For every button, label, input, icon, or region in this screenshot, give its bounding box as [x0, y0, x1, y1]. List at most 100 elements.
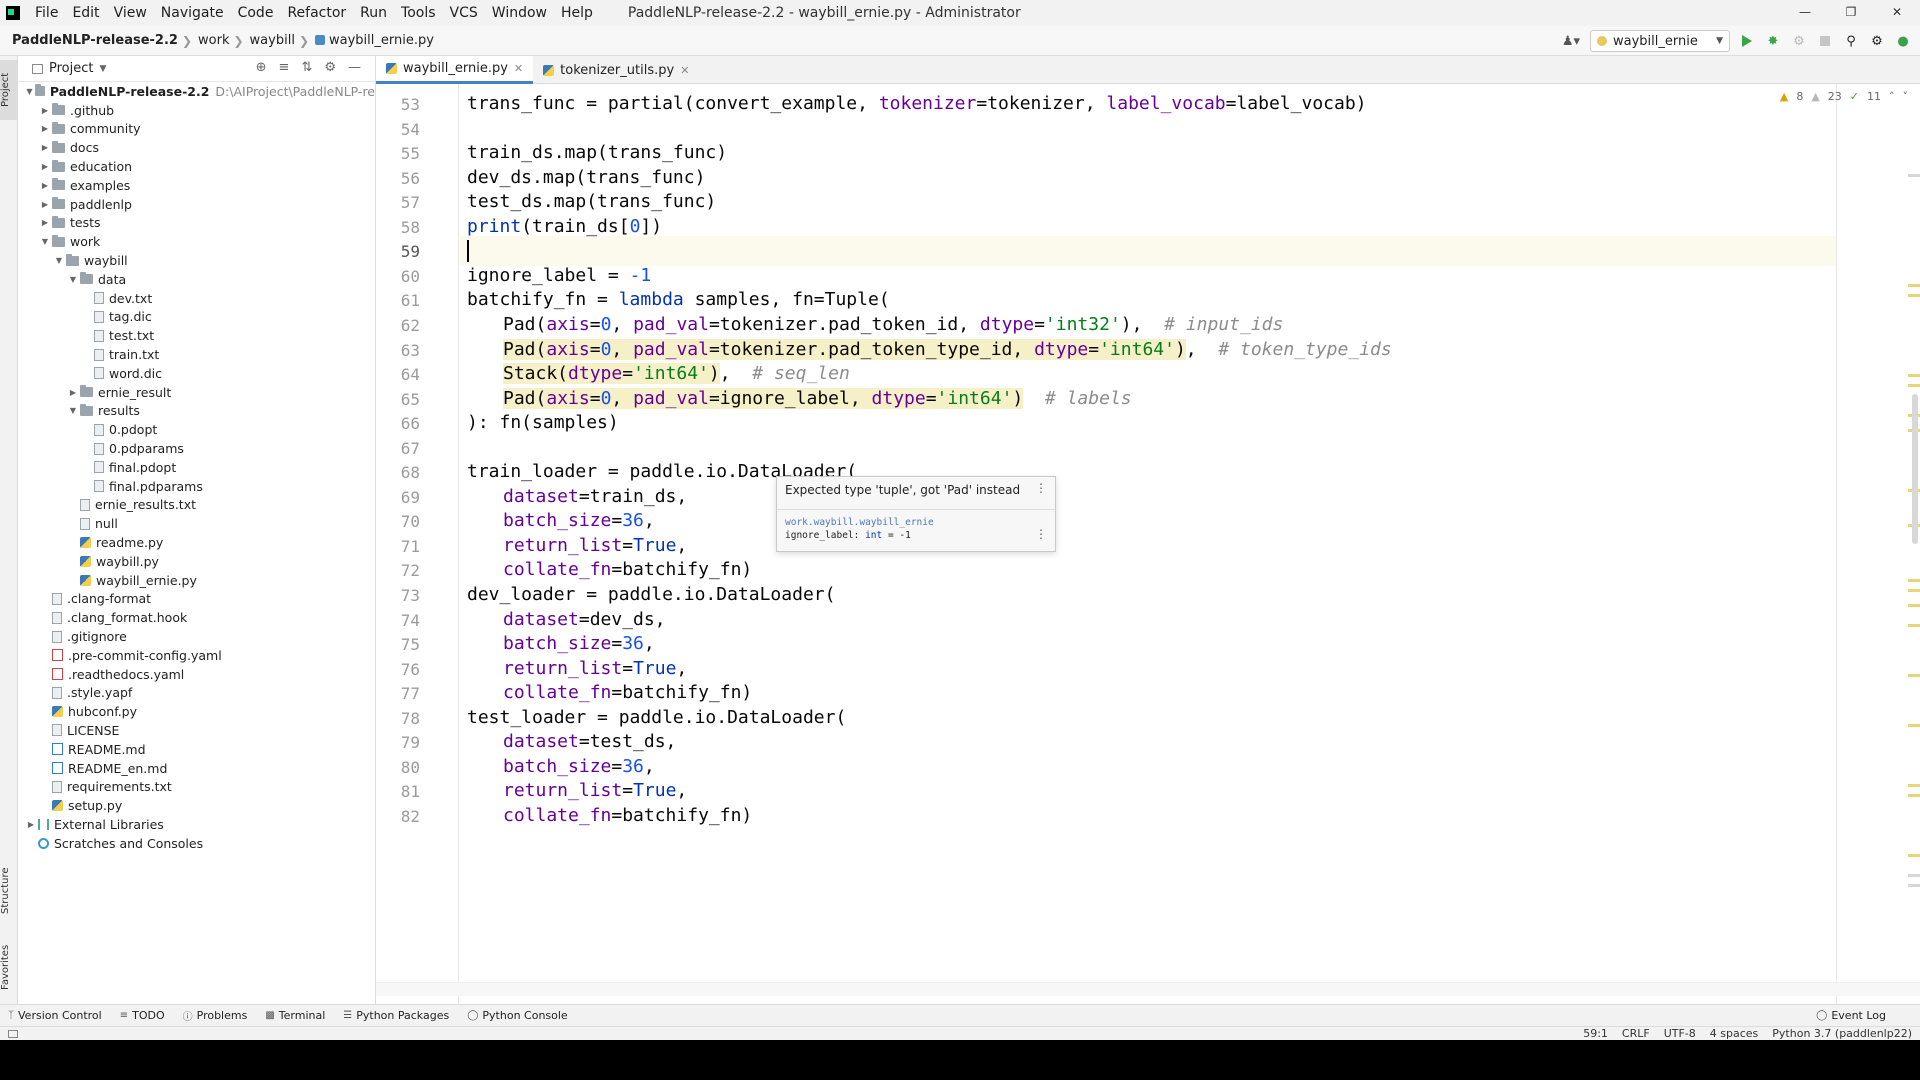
- status-encoding[interactable]: UTF-8: [1664, 1027, 1696, 1040]
- tool-todo[interactable]: ≡ TODO: [112, 1009, 175, 1022]
- tool-terminal[interactable]: ▩ Terminal: [257, 1009, 335, 1022]
- status-caret-position[interactable]: 59:1: [1583, 1027, 1608, 1040]
- menu-code[interactable]: Code: [231, 0, 281, 26]
- tool-python-packages[interactable]: ☰ Python Packages: [335, 1009, 459, 1022]
- inspection-marker[interactable]: [1908, 174, 1920, 177]
- code-editor[interactable]: trans_func = partial(convert_example, to…: [467, 84, 1827, 1004]
- tree-item[interactable]: 0.pdparams: [18, 439, 375, 458]
- inspection-marker[interactable]: [1908, 579, 1920, 582]
- more-icon[interactable]: ⋮: [1035, 527, 1047, 541]
- code-line[interactable]: ): fn(samples): [467, 408, 619, 438]
- user-icon[interactable]: ♟▾: [1560, 34, 1582, 49]
- code-line[interactable]: print(train_ds[0]): [467, 212, 662, 242]
- debug-button[interactable]: ✸: [1764, 32, 1782, 50]
- inspection-marker[interactable]: [1908, 294, 1920, 297]
- breadcrumb-work[interactable]: work: [192, 33, 233, 48]
- tree-item[interactable]: 0.pdopt: [18, 420, 375, 439]
- tree-item[interactable]: ▶ .github: [18, 101, 375, 120]
- locate-file-icon[interactable]: ⊕: [256, 60, 267, 75]
- tree-item[interactable]: ▶ External Libraries: [18, 815, 375, 834]
- inspection-marker[interactable]: [1908, 674, 1920, 677]
- tree-item[interactable]: ▼ work: [18, 232, 375, 251]
- tree-item[interactable]: ▶ community: [18, 120, 375, 139]
- tree-item[interactable]: final.pdparams: [18, 477, 375, 496]
- close-icon[interactable]: ✕: [1874, 0, 1920, 26]
- vertical-scrollbar-thumb[interactable]: [1912, 394, 1918, 544]
- code-line[interactable]: collate_fn=batchify_fn): [503, 801, 752, 831]
- menu-run[interactable]: Run: [353, 0, 394, 26]
- tree-item[interactable]: ▼ results: [18, 402, 375, 421]
- breadcrumb-project[interactable]: PaddleNLP-release-2.2: [0, 33, 182, 48]
- inspection-marker[interactable]: [1908, 384, 1920, 387]
- menu-edit[interactable]: Edit: [65, 0, 106, 26]
- tree-item[interactable]: setup.py: [18, 796, 375, 815]
- tree-item[interactable]: ▶ tests: [18, 214, 375, 233]
- tree-item[interactable]: ▼ data: [18, 270, 375, 289]
- tree-item[interactable]: .gitignore: [18, 627, 375, 646]
- tree-item[interactable]: train.txt: [18, 345, 375, 364]
- breadcrumb-waybill[interactable]: waybill: [244, 33, 299, 48]
- tree-item[interactable]: ▶ examples: [18, 176, 375, 195]
- tool-event-log[interactable]: ◯ Event Log: [1808, 1009, 1896, 1022]
- chevron-down-icon[interactable]: ˅: [1903, 90, 1909, 103]
- tool-python-console[interactable]: ◯ Python Console: [459, 1009, 578, 1022]
- breadcrumb-file[interactable]: waybill_ernie.py: [309, 33, 438, 48]
- tree-item[interactable]: hubconf.py: [18, 702, 375, 721]
- tree-item[interactable]: Scratches and Consoles: [18, 834, 375, 853]
- close-icon[interactable]: ✕: [514, 62, 523, 75]
- tree-item[interactable]: dev.txt: [18, 289, 375, 308]
- tree-item[interactable]: null: [18, 514, 375, 533]
- menu-vcs[interactable]: VCS: [443, 0, 485, 26]
- restore-icon[interactable]: ❐: [1828, 0, 1874, 26]
- inspection-marker[interactable]: [1908, 284, 1920, 287]
- code-line[interactable]: trans_func = partial(convert_example, to…: [467, 89, 1367, 119]
- close-icon[interactable]: ✕: [680, 64, 689, 77]
- menu-file[interactable]: File: [28, 0, 65, 26]
- tree-item[interactable]: .readthedocs.yaml: [18, 665, 375, 684]
- expand-all-icon[interactable]: ⇅: [301, 60, 312, 75]
- tab-structure[interactable]: Structure: [0, 856, 18, 926]
- coverage-button[interactable]: ⚙: [1790, 32, 1808, 50]
- stop-button[interactable]: [1816, 32, 1834, 50]
- chevron-up-icon[interactable]: ˄: [1889, 90, 1895, 103]
- tree-item[interactable]: final.pdopt: [18, 458, 375, 477]
- run-configuration-select[interactable]: waybill_ernie ▼: [1590, 30, 1730, 52]
- inspection-marker[interactable]: [1908, 724, 1920, 727]
- collapse-all-icon[interactable]: ≡: [279, 60, 290, 75]
- tab-favorites[interactable]: Favorites: [0, 936, 18, 998]
- run-button[interactable]: [1738, 32, 1756, 50]
- tree-item[interactable]: requirements.txt: [18, 777, 375, 796]
- status-indent[interactable]: 4 spaces: [1710, 1027, 1759, 1040]
- tree-item[interactable]: waybill.py: [18, 552, 375, 571]
- settings-gear-icon[interactable]: ⚙: [1868, 32, 1886, 50]
- tree-item[interactable]: .pre-commit-config.yaml: [18, 646, 375, 665]
- status-line-separator[interactable]: CRLF: [1622, 1027, 1650, 1040]
- inspection-marker[interactable]: [1908, 374, 1920, 377]
- inspection-marker[interactable]: [1908, 794, 1920, 797]
- tree-item[interactable]: LICENSE: [18, 721, 375, 740]
- more-icon[interactable]: ⋮: [1035, 481, 1047, 495]
- tree-item[interactable]: word.dic: [18, 364, 375, 383]
- tooltip-module[interactable]: work.waybill.waybill_ernie: [785, 517, 934, 528]
- tree-item[interactable]: .clang-format: [18, 590, 375, 609]
- inspection-marker[interactable]: [1908, 604, 1920, 607]
- hide-panel-icon[interactable]: —: [348, 60, 361, 75]
- tree-item[interactable]: tag.dic: [18, 308, 375, 327]
- menu-window[interactable]: Window: [485, 0, 554, 26]
- tab-project[interactable]: Project: [0, 60, 18, 120]
- inspection-marker[interactable]: [1908, 624, 1920, 627]
- update-icon[interactable]: ●: [1894, 32, 1912, 50]
- toggle-tool-windows-icon[interactable]: [8, 1029, 18, 1038]
- minimize-icon[interactable]: —: [1782, 0, 1828, 26]
- tree-item[interactable]: ▶ ernie_result: [18, 383, 375, 402]
- tool-problems[interactable]: ⓘ Problems: [175, 1008, 258, 1023]
- tab-tokenizer-utils[interactable]: tokenizer_utils.py ✕: [533, 56, 699, 84]
- tree-item[interactable]: ▶ education: [18, 157, 375, 176]
- menu-view[interactable]: View: [107, 0, 154, 26]
- tab-waybill-ernie[interactable]: waybill_ernie.py ✕: [376, 56, 534, 84]
- menu-navigate[interactable]: Navigate: [154, 0, 231, 26]
- tree-item[interactable]: test.txt: [18, 326, 375, 345]
- line-number-gutter[interactable]: 53 54 55 56 57 58 59 60 61 62 63 64 65 66 67 68 69 70 71 72…: [376, 84, 460, 1004]
- tree-item[interactable]: ▶ paddlenlp: [18, 195, 375, 214]
- menu-tools[interactable]: Tools: [394, 0, 443, 26]
